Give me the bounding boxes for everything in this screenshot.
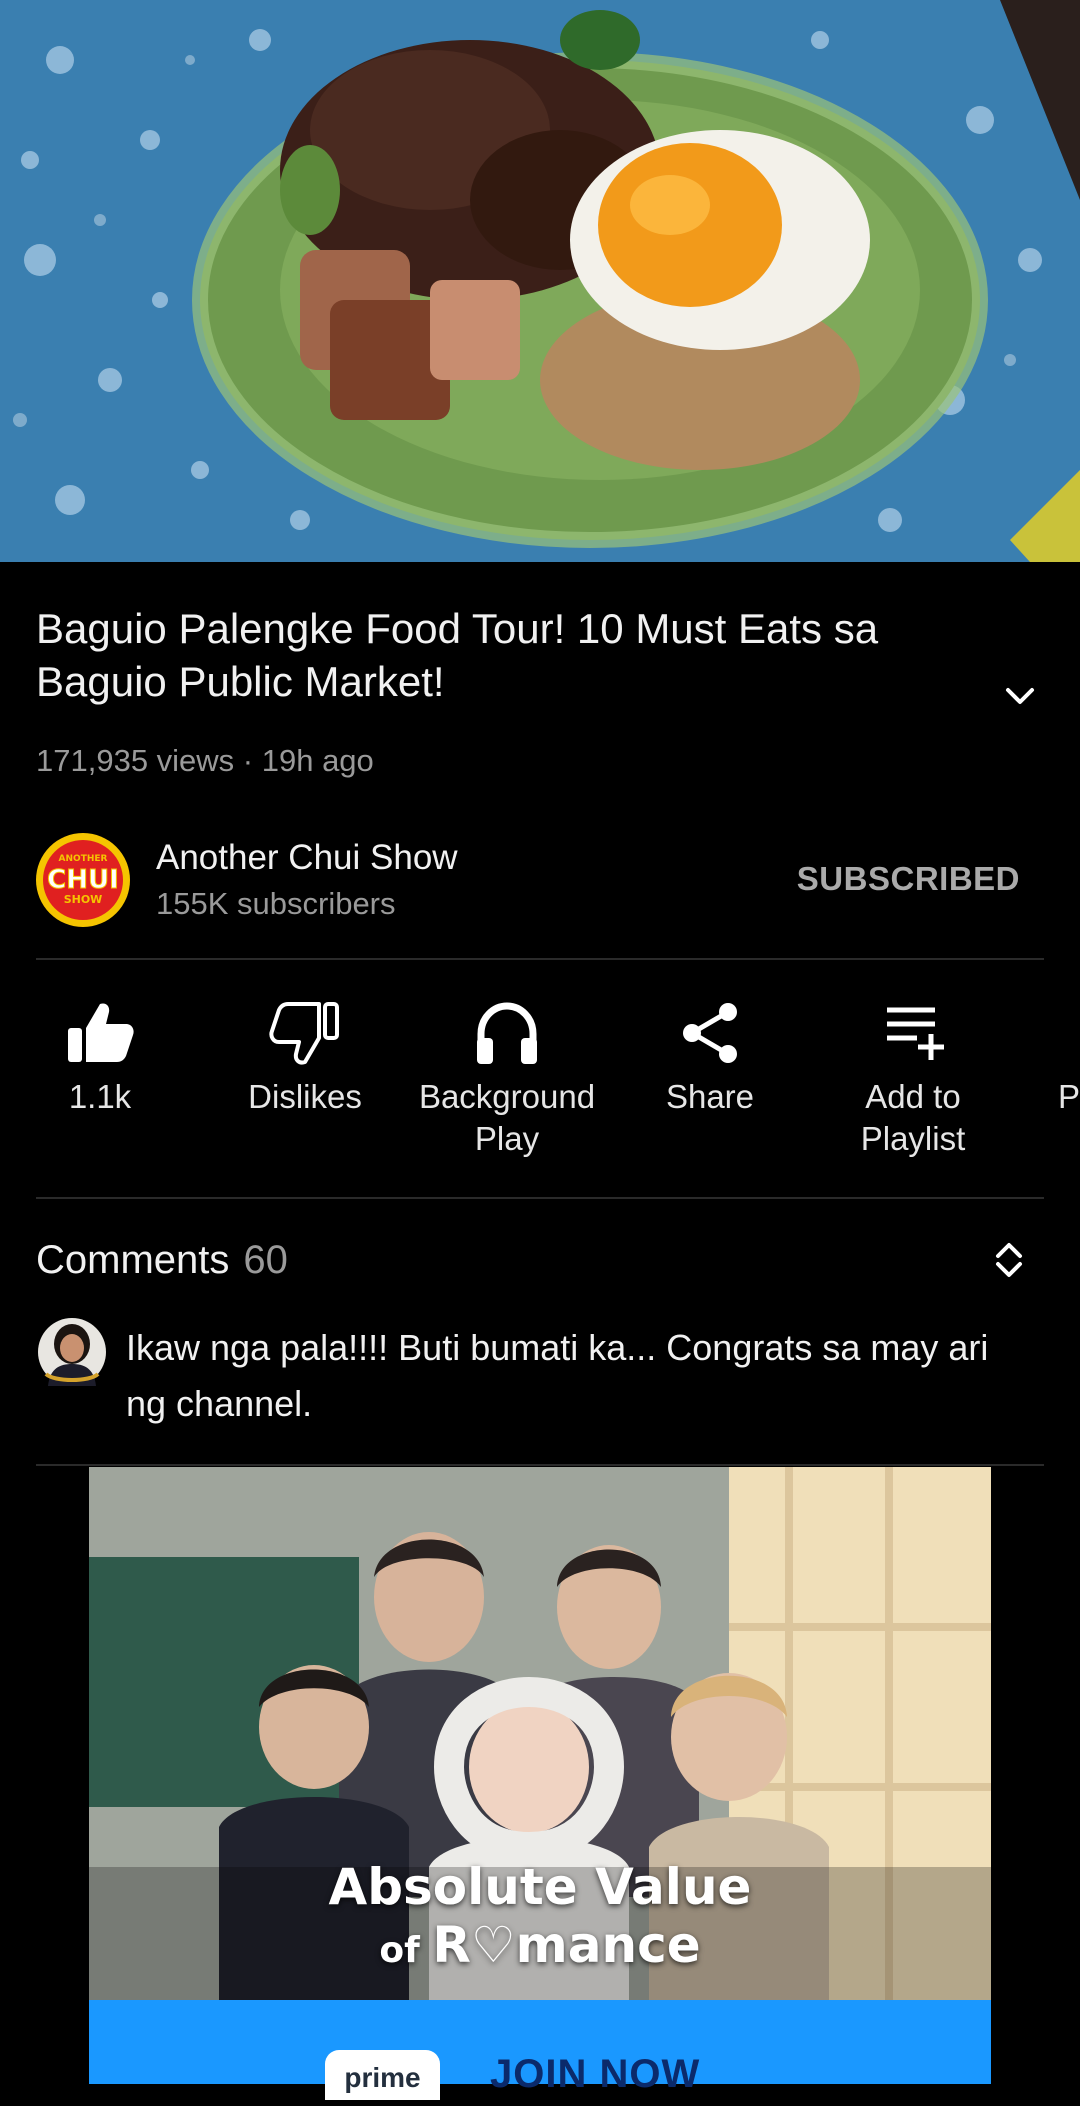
expand-collapse-icon[interactable] [990,1238,1028,1282]
ad-title: Absolute Value of R♡mance [0,1858,1080,1980]
dislike-label: Dislikes [248,1078,362,1115]
top-comment[interactable]: Ikaw nga pala!!!! Buti bumati ka... Cong… [126,1320,1026,1432]
like-count: 1.1k [68,1078,132,1115]
comments-title: Comments [36,1238,230,1282]
video-meta: 171,935 views · 19h ago [36,743,374,778]
dislike-button[interactable]: Dislikes [205,1000,405,1118]
thumbs-down-icon [269,1002,339,1065]
like-button[interactable]: 1.1k [0,1000,200,1118]
share-label: Share [665,1078,755,1115]
playlist-add-icon [887,1007,944,1060]
comments-count: 60 [243,1238,288,1282]
subscriber-count: 155K subscribers [156,886,396,921]
ad-title-line2: R♡mance [432,1916,701,1974]
share-button[interactable]: Share [610,1000,810,1118]
ad-title-prefix: of [379,1930,433,1971]
ad-image [89,1467,991,2084]
add-to-playlist-button[interactable]: Add to Playlist [813,1000,1013,1160]
ad-banner[interactable] [89,1467,991,2084]
divider [36,1464,1044,1466]
video-thumbnail [0,0,1080,562]
more-action-label: P [1058,1078,1080,1115]
subscribed-button[interactable]: SUBSCRIBED [797,860,1020,898]
channel-avatar[interactable]: ANOTHER CHUI SHOW [36,833,130,927]
video-title[interactable]: Baguio Palengke Food Tour! 10 Must Eats … [36,602,976,708]
comments-header[interactable]: Comments 60 [36,1238,288,1283]
background-play-label: Background Play [418,1078,596,1157]
video-player[interactable] [0,0,1080,562]
background-play-button[interactable]: Background Play [407,1000,607,1160]
share-icon [683,1003,737,1063]
divider [36,958,1044,960]
add-to-playlist-label: Add to Playlist [860,1078,966,1157]
ad-title-line1: Absolute Value [328,1858,752,1916]
chevron-down-icon[interactable] [1000,676,1040,716]
commenter-avatar[interactable] [38,1318,106,1386]
headphones-icon [477,1002,537,1064]
channel-logo-bottom: SHOW [64,893,103,906]
prime-badge: prime [325,2050,440,2100]
thumbs-up-icon [68,1003,134,1062]
join-now-button[interactable]: JOIN NOW [490,2052,700,2097]
channel-logo-top: ANOTHER [59,854,108,864]
channel-logo-main: CHUI [47,865,119,895]
channel-name[interactable]: Another Chui Show [156,838,458,878]
more-action-button[interactable]: P [1058,1076,1080,1118]
divider [36,1197,1044,1199]
